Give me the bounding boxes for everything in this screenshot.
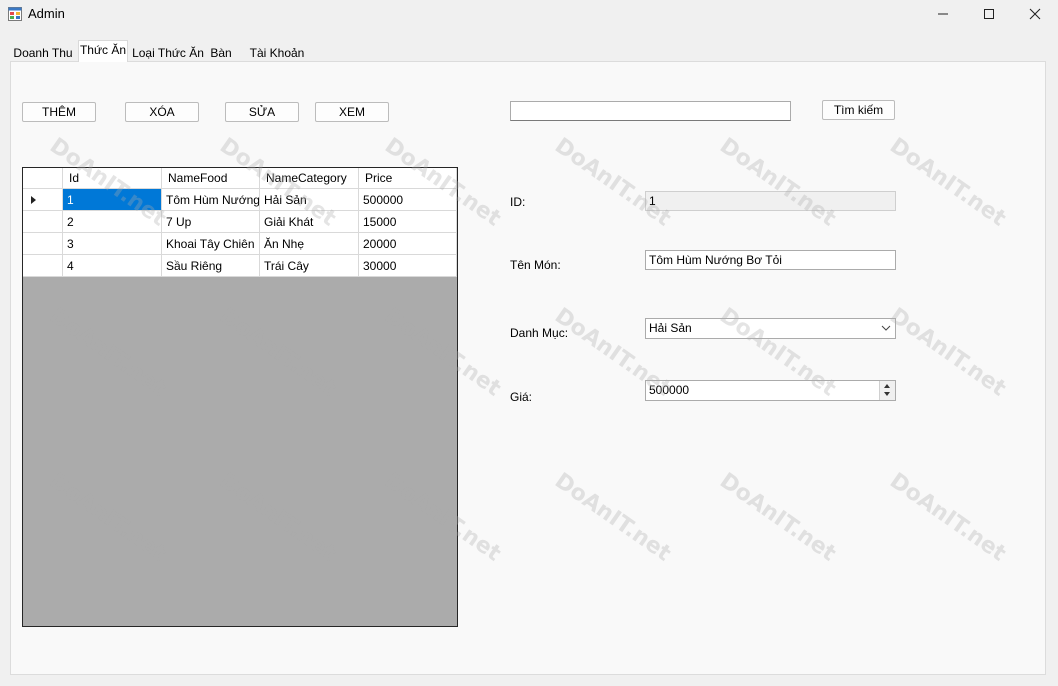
cell-price[interactable]: 15000 — [359, 211, 457, 233]
grid-header: Id NameFood NameCategory Price — [23, 168, 457, 189]
add-button[interactable]: THÊM — [22, 102, 96, 122]
category-selected-value: Hải Sản — [649, 321, 692, 335]
app-icon — [8, 7, 22, 21]
column-header-namecategory[interactable]: NameCategory — [260, 168, 359, 189]
cell-namecategory[interactable]: Ăn Nhẹ — [260, 233, 359, 255]
tab-revenue[interactable]: Doanh Thu — [10, 43, 76, 62]
cell-namecategory[interactable]: Hải Sản — [260, 189, 359, 211]
row-header[interactable] — [23, 255, 63, 277]
id-field: 1 — [645, 191, 896, 211]
id-label: ID: — [510, 195, 526, 209]
cell-namefood[interactable]: 7 Up — [162, 211, 260, 233]
column-header-namefood[interactable]: NameFood — [162, 168, 260, 189]
cell-id[interactable]: 4 — [63, 255, 162, 277]
row-header[interactable] — [23, 211, 63, 233]
row-header[interactable] — [23, 233, 63, 255]
spin-down-icon[interactable] — [884, 392, 890, 396]
price-numeric-input[interactable]: 500000 — [645, 380, 896, 401]
chevron-down-icon — [881, 325, 891, 331]
cell-namefood[interactable]: Tôm Hùm Nướng... — [162, 189, 260, 211]
category-label: Danh Mục: — [510, 326, 569, 340]
close-icon — [1029, 8, 1041, 20]
cell-price[interactable]: 500000 — [359, 189, 457, 211]
cell-id[interactable]: 1 — [63, 189, 162, 211]
cell-price[interactable]: 20000 — [359, 233, 457, 255]
close-button[interactable] — [1012, 0, 1058, 28]
window-title: Admin — [28, 6, 65, 21]
price-value: 500000 — [649, 383, 690, 397]
price-label: Giá: — [510, 390, 533, 404]
maximize-icon — [984, 9, 994, 19]
cell-id[interactable]: 3 — [63, 233, 162, 255]
cell-namecategory[interactable]: Trái Cây — [260, 255, 359, 277]
delete-button[interactable]: XÓA — [125, 102, 199, 122]
minimize-icon — [938, 13, 948, 15]
search-input[interactable] — [510, 101, 791, 121]
cell-price[interactable]: 30000 — [359, 255, 457, 277]
column-header-id[interactable]: Id — [63, 168, 162, 189]
current-row-arrow-icon — [31, 196, 36, 204]
category-combobox[interactable]: Hải Sản — [645, 318, 896, 339]
cell-namefood[interactable]: Sầu Riêng — [162, 255, 260, 277]
edit-button[interactable]: SỬA — [225, 102, 299, 122]
view-button[interactable]: XEM — [315, 102, 389, 122]
search-button[interactable]: Tìm kiếm — [822, 100, 895, 120]
tab-food[interactable]: Thức Ăn — [78, 40, 128, 62]
food-data-grid[interactable]: Id NameFood NameCategory Price 1 Tôm Hùm… — [22, 167, 458, 627]
food-name-input[interactable]: Tôm Hùm Nướng Bơ Tỏi — [645, 250, 896, 270]
table-row[interactable]: 3 Khoai Tây Chiên Ăn Nhẹ 20000 — [23, 233, 457, 255]
spin-up-icon[interactable] — [884, 384, 890, 388]
table-row[interactable]: 1 Tôm Hùm Nướng... Hải Sản 500000 — [23, 189, 457, 211]
row-header[interactable] — [23, 189, 63, 211]
cell-id[interactable]: 2 — [63, 211, 162, 233]
food-name-label: Tên Món: — [510, 258, 561, 272]
table-row[interactable]: 2 7 Up Giải Khát 15000 — [23, 211, 457, 233]
cell-namecategory[interactable]: Giải Khát — [260, 211, 359, 233]
tab-account[interactable]: Tài Khoản — [248, 43, 306, 62]
maximize-button[interactable] — [966, 0, 1012, 28]
price-spinner[interactable] — [879, 381, 895, 400]
minimize-button[interactable] — [920, 0, 966, 28]
cell-namefood[interactable]: Khoai Tây Chiên — [162, 233, 260, 255]
table-row[interactable]: 4 Sầu Riêng Trái Cây 30000 — [23, 255, 457, 277]
tab-table[interactable]: Bàn — [208, 43, 234, 62]
grid-corner-header — [23, 168, 63, 189]
column-header-price[interactable]: Price — [359, 168, 457, 189]
tab-food-category[interactable]: Loại Thức Ăn — [130, 43, 206, 62]
title-bar: Admin — [0, 0, 1058, 30]
